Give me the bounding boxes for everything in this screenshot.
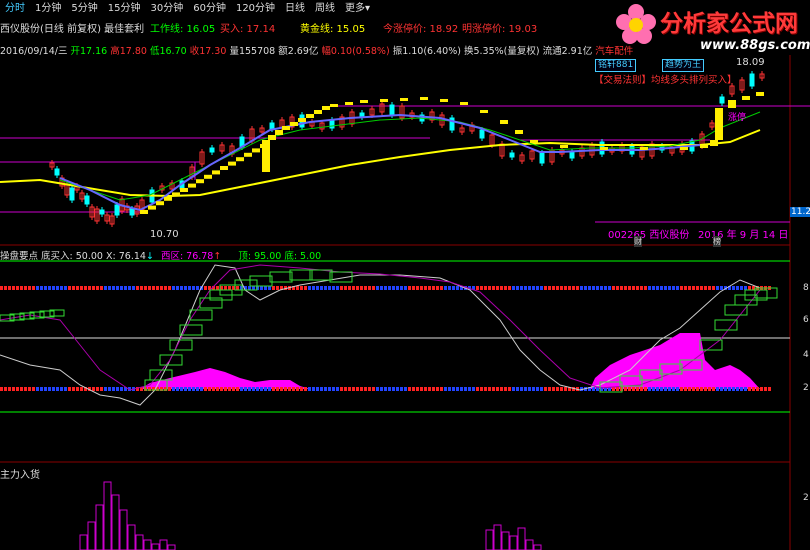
- volume-bar: [151, 543, 160, 550]
- volume-canvas: [79, 481, 542, 550]
- logo-url: www.88gs.com: [700, 38, 810, 53]
- volume-bar: [517, 527, 526, 550]
- volume-bar: [159, 539, 168, 550]
- volume-bar: [167, 544, 176, 550]
- volume-bar: [501, 531, 510, 550]
- flower-icon: [616, 4, 656, 44]
- logo-title: 分析家公式网: [660, 11, 798, 37]
- volume-bar: [493, 524, 502, 550]
- volume-bar: [103, 481, 112, 550]
- volume-bar: [79, 534, 88, 550]
- volume-bar: [95, 504, 104, 550]
- volume-bars: [79, 481, 542, 550]
- volume-bar: [143, 539, 152, 550]
- volume-bar: [509, 535, 518, 550]
- volume-bar: [485, 529, 494, 550]
- volume-bar: [111, 494, 120, 550]
- volume-bar: [119, 509, 128, 550]
- volume-bar: [525, 539, 534, 550]
- volume-bar: [127, 524, 136, 550]
- volume-bar: [87, 521, 96, 550]
- volume-bar: [533, 544, 542, 550]
- volume-bar: [135, 534, 144, 550]
- logo: 分析家公式网 www.88gs.com: [610, 0, 810, 70]
